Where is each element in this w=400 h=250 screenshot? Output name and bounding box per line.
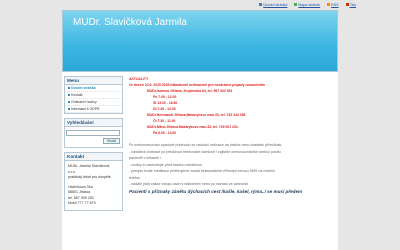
top-link-sitemap[interactable]: Mapa stránek [294, 3, 320, 7]
search-title: Vyhledávání [65, 119, 122, 127]
content-line: Pacienti s příznaky zánětu dýchacích ces… [129, 188, 303, 194]
top-links: Úvodní stránka Mapa stránek RSS Tisk [259, 2, 356, 7]
menu-item-label: Ordinační hodiny [71, 100, 97, 104]
bullet-icon [68, 108, 70, 110]
sidebar: Menu Úvodní stránka Kontakt Ordinační ho… [64, 76, 123, 215]
top-link-label: Mapa stránek [298, 2, 321, 7]
top-link-label: Úvodní stránka [263, 2, 288, 7]
contact-line: Mobil 777 77 879 [68, 201, 96, 205]
top-link-label: Tisk [349, 2, 356, 7]
menu-item-hours[interactable]: Ordinační hodiny [65, 99, 122, 106]
menu-title: Menu [65, 77, 122, 85]
home-icon [259, 3, 263, 6]
print-icon [345, 3, 349, 6]
contact-body: MUDr. Jarmila Slavíčková, s.r.o. praktic… [65, 161, 122, 210]
top-link-label: RSS [331, 2, 339, 7]
site-header: MUDr. Slavičková Jarmila [62, 10, 338, 72]
menu-item-home[interactable]: Úvodní stránka [65, 85, 122, 92]
search-box: Vyhledávání Hledat [64, 118, 123, 148]
menu-item-contact[interactable]: Kontakt [65, 92, 122, 99]
contact-box: Kontakt MUDr. Jarmila Slavíčková, s.r.o.… [64, 152, 123, 211]
search-button[interactable]: Hledat [102, 138, 120, 144]
search-input[interactable] [66, 130, 120, 136]
top-link-home[interactable]: Úvodní stránka [259, 3, 287, 7]
top-bar: Úvodní stránka Mapa stránek RSS Tisk [0, 0, 400, 9]
bullet-icon [68, 101, 70, 103]
menu-item-label: Úvodní stránka [71, 86, 96, 90]
main-content: AKTUALITY Ve dnech 22.9. 2025 2025 nabadn… [129, 76, 336, 195]
menu-item-label: Kontakt [71, 93, 83, 97]
site-title[interactable]: MUDr. Slavičková Jarmila [73, 17, 187, 28]
bullet-icon [68, 87, 70, 89]
contact-title: Kontakt [65, 153, 122, 161]
top-link-rss[interactable]: RSS [327, 2, 339, 7]
menu-item-gdpr[interactable]: Informace k GDPR [65, 106, 122, 113]
menu-item-label: Informace k GDPR [71, 107, 100, 111]
rss-icon [327, 3, 331, 6]
menu-box: Menu Úvodní stránka Kontakt Ordinační ho… [64, 76, 123, 114]
bullet-icon [68, 94, 70, 96]
sitemap-icon [294, 3, 298, 6]
page-body: Menu Úvodní stránka Kontakt Ordinační ho… [62, 72, 338, 250]
top-link-print[interactable]: Tisk [345, 2, 356, 7]
search-row: Hledat [65, 127, 122, 147]
